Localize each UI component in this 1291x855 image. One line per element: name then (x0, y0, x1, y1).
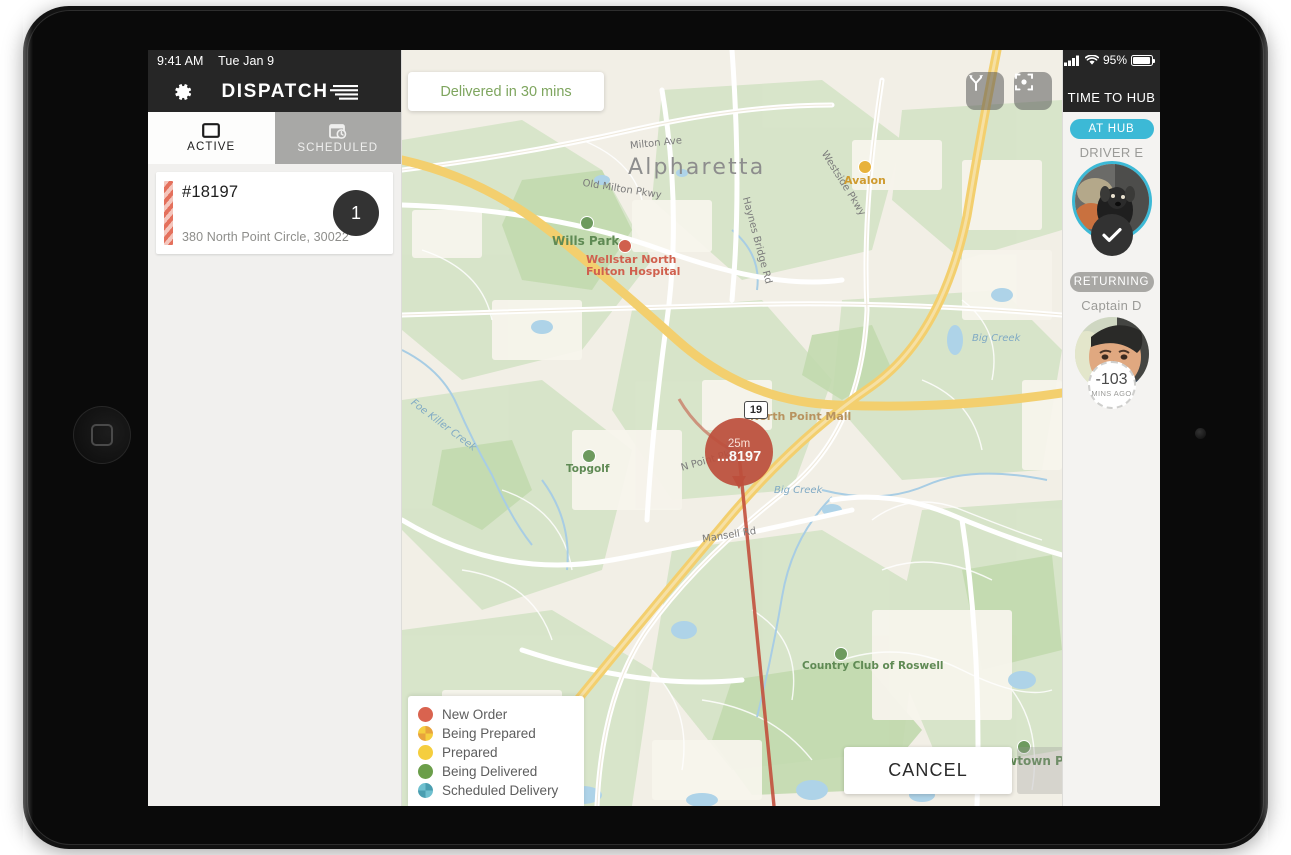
brand-title: DISPATCH (221, 81, 328, 103)
legend-label: Prepared (442, 745, 498, 760)
home-button-square-icon (91, 424, 113, 446)
legend-swatch-being-delivered (418, 764, 433, 779)
mins-label: MINS AGO (1091, 390, 1131, 398)
tab-bar: ACTIVE SCHEDULED (148, 112, 401, 164)
check-icon (1102, 227, 1122, 243)
tab-scheduled-label: SCHEDULED (297, 142, 378, 154)
driver-status-badge: RETURNING (1070, 272, 1154, 292)
order-address: 380 North Point Circle, 30022 (182, 230, 349, 244)
driver-card-returning[interactable]: RETURNING Captain D (1063, 272, 1160, 409)
bezel-highlight-left (23, 6, 33, 849)
highway-shield-19: 19 (744, 401, 768, 419)
driver-card-at-hub[interactable]: AT HUB DRIVER E (1063, 119, 1160, 256)
order-id: #18197 (182, 183, 238, 202)
driver-name: Captain D (1063, 298, 1160, 313)
status-badge (1091, 214, 1133, 256)
order-list: #18197 380 North Point Circle, 30022 1 (148, 164, 401, 806)
hospital-poi-icon (618, 239, 632, 253)
driver-status-badge: AT HUB (1070, 119, 1154, 139)
legend-item: Being Delivered (418, 762, 574, 781)
mins-value: -103 (1095, 372, 1127, 388)
map-legend: New Order Being Prepared Prepared Being … (408, 696, 584, 806)
order-item-count-badge: 1 (333, 190, 379, 236)
park-poi-icon-wills (580, 216, 594, 230)
driver-name: DRIVER E (1063, 145, 1160, 160)
brand-logo: DISPATCH (194, 81, 387, 103)
driver-avatar-wrap[interactable] (1075, 164, 1149, 238)
legend-item: Prepared (418, 743, 574, 762)
legend-label: Scheduled Delivery (442, 783, 558, 798)
legend-label: Being Delivered (442, 764, 537, 779)
status-bar-left: 9:41 AM Tue Jan 9 (157, 54, 274, 68)
map-canvas[interactable]: Alpharetta Milton Ave Old Milton Pkwy We… (402, 50, 1062, 806)
tab-active[interactable]: ACTIVE (148, 112, 275, 164)
time-to-hub-panel: 95% TIME TO HUB AT HUB DRIVER E (1062, 50, 1160, 806)
legend-swatch-new-order (418, 707, 433, 722)
legend-label: Being Prepared (442, 726, 536, 741)
tab-active-label: ACTIVE (187, 141, 235, 153)
eta-banner: Delivered in 30 mins (408, 72, 604, 111)
legend-item: New Order (418, 705, 574, 724)
screenshot-stage: 9:41 AM Tue Jan 9 DISPATCH (0, 0, 1291, 855)
order-card[interactable]: #18197 380 North Point Circle, 30022 1 (156, 172, 393, 254)
route-fork-icon (966, 72, 986, 92)
cancel-button[interactable]: CANCEL (844, 747, 1012, 794)
panel-title: TIME TO HUB (1063, 90, 1160, 105)
order-map-marker[interactable]: 25m ...8197 (705, 418, 773, 486)
home-button[interactable] (73, 406, 131, 464)
order-status-stripe (164, 181, 173, 245)
marker-bubble: 25m ...8197 (705, 418, 773, 486)
route-button[interactable] (966, 72, 1004, 110)
assign-button[interactable]: ASSIGN (1017, 747, 1062, 794)
battery-fill (1133, 57, 1150, 64)
driver-avatar-wrap[interactable]: -103 MINS AGO (1075, 317, 1149, 391)
marker-order-id: ...8197 (717, 450, 761, 465)
legend-swatch-prepared (418, 745, 433, 760)
tab-scheduled[interactable]: SCHEDULED (275, 112, 402, 164)
legend-label: New Order (442, 707, 507, 722)
gear-icon[interactable] (172, 81, 194, 103)
sidebar: 9:41 AM Tue Jan 9 DISPATCH (148, 50, 402, 806)
square-icon (202, 123, 220, 138)
focus-button[interactable] (1014, 72, 1052, 110)
calendar-clock-icon (329, 123, 347, 139)
status-bar-date: Tue Jan 9 (218, 54, 274, 68)
bezel-highlight-right (1259, 6, 1268, 849)
focus-target-icon (1014, 72, 1034, 92)
topgolf-poi-icon (582, 449, 596, 463)
legend-item: Scheduled Delivery (418, 781, 574, 800)
country-club-poi-icon (834, 647, 848, 661)
right-header: 95% TIME TO HUB (1063, 50, 1160, 112)
legend-item: Being Prepared (418, 724, 574, 743)
status-bar-right: 95% (1064, 53, 1153, 67)
legend-swatch-being-prepared (418, 726, 433, 741)
status-bar-time: 9:41 AM (157, 54, 204, 68)
dispatch-lines-icon (330, 82, 360, 102)
app-screen: 9:41 AM Tue Jan 9 DISPATCH (148, 50, 1160, 806)
battery-percent: 95% (1103, 53, 1127, 67)
mins-ago-badge: -103 MINS AGO (1088, 361, 1136, 409)
wifi-icon (1085, 55, 1099, 66)
legend-swatch-scheduled-delivery (418, 783, 433, 798)
front-camera-icon (1195, 428, 1206, 439)
cellular-signal-icon (1064, 55, 1081, 66)
brand-row: DISPATCH (148, 72, 401, 112)
avalon-poi-icon (858, 160, 872, 174)
battery-icon (1131, 55, 1153, 66)
app-header: 9:41 AM Tue Jan 9 DISPATCH (148, 50, 401, 112)
